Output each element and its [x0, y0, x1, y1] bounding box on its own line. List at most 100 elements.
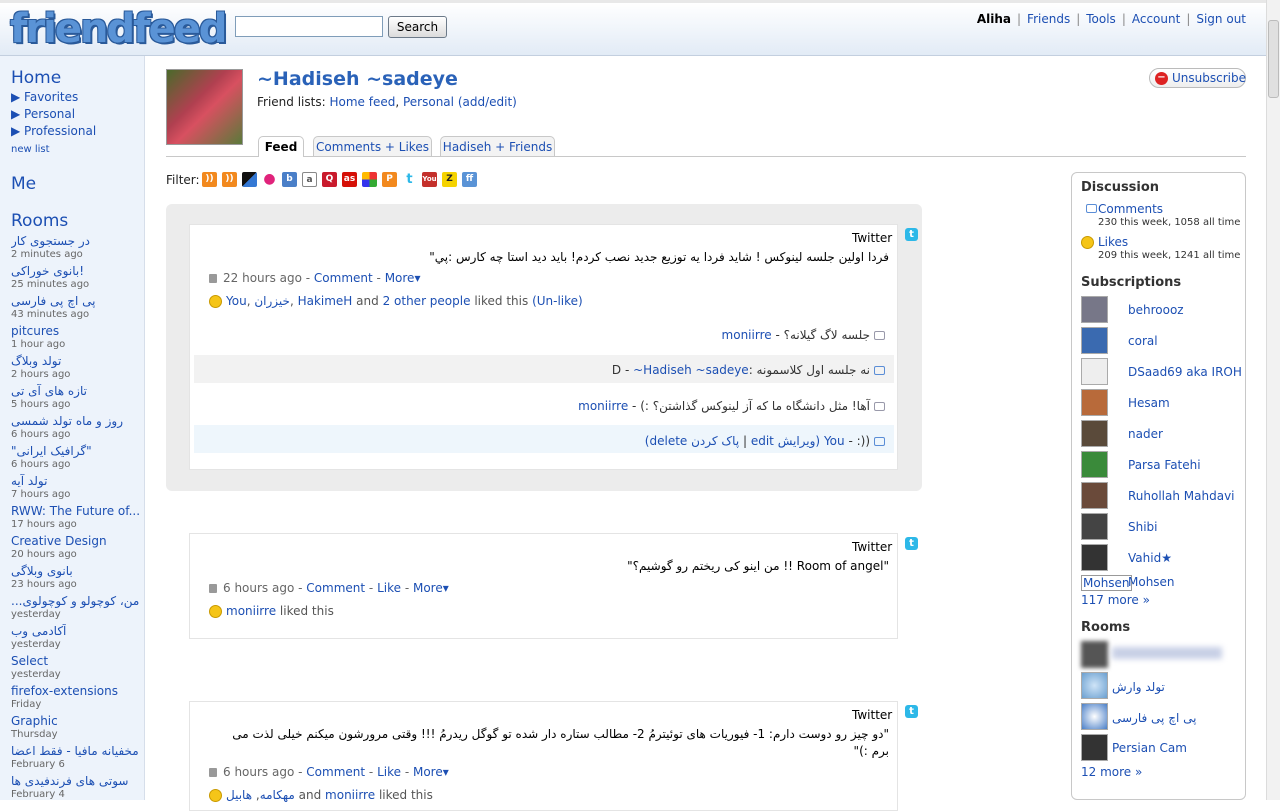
entry-time[interactable]: 22 hours ago — [223, 271, 302, 285]
me-link[interactable]: Me — [11, 174, 36, 194]
entry-service[interactable]: Twitter — [852, 540, 892, 554]
liker-you[interactable]: You — [226, 294, 247, 308]
delicious-icon[interactable] — [242, 172, 257, 187]
room-link[interactable]: تولد آیه — [11, 474, 47, 488]
flickr-icon[interactable]: ● — [262, 172, 277, 187]
subscription-mohsen[interactable]: Mohsen — [1128, 575, 1175, 589]
room-link[interactable]: سوتی های فرندفیدی ها — [11, 774, 128, 788]
subscription-avatar[interactable] — [1081, 420, 1108, 447]
comment-author[interactable]: moniirre — [722, 328, 772, 342]
search-input[interactable] — [235, 16, 383, 37]
room-link[interactable]: firefox-extensions — [11, 684, 118, 698]
home-link[interactable]: Home — [11, 68, 61, 88]
room-link[interactable]: تولد وارش — [1112, 680, 1165, 694]
entry-time[interactable]: 6 hours ago — [223, 765, 294, 779]
room-link[interactable]: "گرافیک ایرانی" — [11, 444, 92, 458]
room-link[interactable]: روز و ماه تولد شمسی — [11, 414, 123, 428]
other-likers-link[interactable]: 2 other people — [383, 294, 471, 308]
new-list-link[interactable]: new list — [11, 144, 50, 155]
subscription-link[interactable]: Hesam — [1128, 396, 1170, 410]
rooms-more[interactable]: 12 more » — [1081, 765, 1142, 779]
friendfeed-icon[interactable]: ff — [462, 172, 477, 187]
entry-time[interactable]: 6 hours ago — [223, 581, 294, 595]
delete-comment-link[interactable]: پاک کردن delete) — [645, 434, 739, 448]
liker[interactable]: HakimeH — [298, 294, 353, 308]
tab-comments-likes[interactable]: Comments + Likes — [313, 136, 432, 157]
room-link[interactable]: ...من، کوچولو و کوچولوی — [11, 594, 139, 608]
z-icon[interactable]: Z — [442, 172, 457, 187]
q-icon[interactable]: Q — [322, 172, 337, 187]
search-button[interactable]: Search — [388, 16, 447, 38]
room-avatar[interactable] — [1081, 703, 1108, 730]
profile-avatar[interactable] — [166, 69, 243, 145]
subscription-avatar[interactable] — [1081, 327, 1108, 354]
subscription-link[interactable]: Ruhollah Mahdavi — [1128, 489, 1235, 503]
vertical-scrollbar[interactable] — [1266, 0, 1280, 800]
like-link[interactable]: Like — [377, 581, 401, 595]
subscriptions-more[interactable]: 117 more » — [1081, 593, 1150, 607]
list-favorites[interactable]: ▶ Favorites — [11, 90, 78, 104]
nav-tools[interactable]: Tools — [1086, 12, 1116, 26]
room-link[interactable]: در جستجوی کار — [11, 234, 90, 248]
subscription-link[interactable]: Parsa Fatehi — [1128, 458, 1201, 472]
talk-icon[interactable]: a — [302, 172, 317, 187]
unlike-link[interactable]: (Un-like) — [532, 294, 583, 308]
subscription-avatar[interactable] — [1081, 296, 1108, 323]
subscription-link[interactable]: behroooz — [1128, 303, 1184, 317]
room-link[interactable]: pitcures — [11, 324, 59, 338]
entry-service[interactable]: Twitter — [852, 231, 892, 245]
room-link[interactable]: تازه های آی تی — [11, 384, 87, 398]
nav-user[interactable]: Aliha — [977, 12, 1011, 26]
comment-author[interactable]: moniirre — [578, 399, 628, 413]
subscription-avatar[interactable] — [1081, 482, 1108, 509]
room-link[interactable]: پی اچ پی فارسی — [11, 294, 95, 308]
edit-comment-link[interactable]: (ویرایش edit — [751, 434, 820, 448]
liker[interactable]: moniirre — [226, 604, 276, 618]
comment-link[interactable]: Comment — [306, 765, 365, 779]
room-link[interactable]: بانوی خوراکی! — [11, 264, 84, 278]
youtube-icon[interactable]: You — [422, 172, 437, 187]
room-link[interactable]: آکادمی وب — [11, 624, 66, 638]
more-link[interactable]: More▾ — [413, 581, 449, 595]
room-link[interactable]: Select — [11, 654, 48, 668]
nav-signout[interactable]: Sign out — [1196, 12, 1246, 26]
subscription-avatar[interactable] — [1081, 451, 1108, 478]
nav-friends[interactable]: Friends — [1027, 12, 1070, 26]
entry-service[interactable]: Twitter — [852, 708, 892, 722]
list-personal[interactable]: ▶ Personal — [11, 107, 75, 121]
friendfeed-logo[interactable]: friendfeed — [10, 6, 227, 52]
p-icon[interactable]: P — [382, 172, 397, 187]
room-link[interactable]: Graphic — [11, 714, 58, 728]
unsubscribe-button[interactable]: − Unsubscribe — [1149, 68, 1246, 88]
subscription-avatar[interactable] — [1081, 389, 1108, 416]
subscription-link[interactable]: Vahid★ — [1128, 551, 1172, 565]
twitter-icon[interactable]: t — [905, 537, 918, 550]
twitter-icon[interactable]: t — [905, 705, 918, 718]
comment-link[interactable]: Comment — [314, 271, 373, 285]
room-link[interactable]: RWW: The Future of... — [11, 504, 140, 518]
discussion-comments-link[interactable]: Comments — [1098, 202, 1163, 216]
nav-account[interactable]: Account — [1132, 12, 1180, 26]
subscription-link[interactable]: Shibi — [1128, 520, 1158, 534]
rss-icon[interactable]: )) — [222, 172, 237, 187]
tab-hadiseh-friends[interactable]: Hadiseh + Friends — [440, 136, 555, 157]
comment-link[interactable]: Comment — [306, 581, 365, 595]
subscription-avatar[interactable] — [1081, 513, 1108, 540]
friend-lists-add-edit[interactable]: (add/edit) — [458, 95, 517, 109]
subscription-link[interactable]: nader — [1128, 427, 1163, 441]
room-link[interactable]: پی اچ پی فارسی — [1112, 711, 1196, 725]
friend-list-home-feed[interactable]: Home feed — [329, 95, 395, 109]
room-link[interactable]: Persian Cam — [1112, 741, 1187, 755]
room-link[interactable]: بانوی وبلاگی — [11, 564, 73, 578]
comment-author[interactable]: You — [824, 434, 845, 448]
subscription-avatar[interactable] — [1081, 544, 1108, 571]
picasa-icon[interactable] — [362, 172, 377, 187]
room-link[interactable]: Creative Design — [11, 534, 107, 548]
subscription-avatar[interactable] — [1081, 358, 1108, 385]
room-avatar[interactable] — [1081, 734, 1108, 761]
room-avatar[interactable] — [1081, 672, 1108, 699]
discussion-likes-link[interactable]: Likes — [1098, 235, 1128, 249]
rooms-link[interactable]: Rooms — [11, 211, 68, 231]
scrollbar-thumb[interactable] — [1268, 20, 1279, 98]
rss-icon[interactable]: )) — [202, 172, 217, 187]
